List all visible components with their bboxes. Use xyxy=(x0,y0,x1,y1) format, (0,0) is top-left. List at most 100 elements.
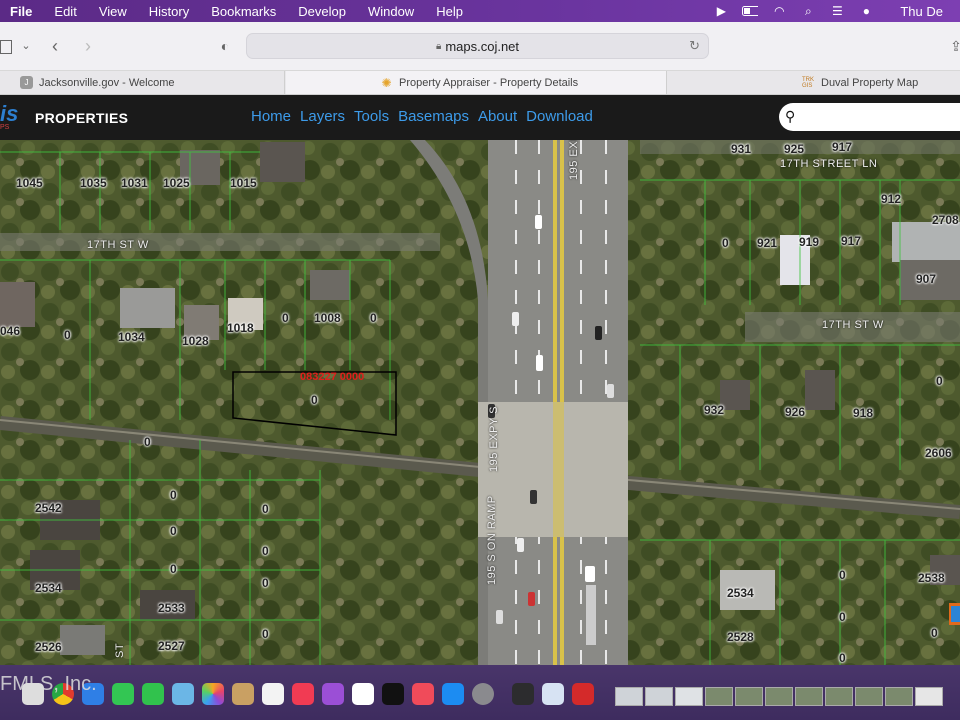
nav-layers[interactable]: Layers xyxy=(300,108,345,125)
parcel-label[interactable]: 2533 xyxy=(158,601,185,615)
parcel-label[interactable]: 0 xyxy=(936,374,943,388)
parcel-label[interactable]: 1015 xyxy=(230,176,257,190)
parcel-label[interactable]: 1028 xyxy=(182,334,209,348)
parcel-label[interactable]: 2542 xyxy=(35,501,62,515)
menu-help[interactable]: Help xyxy=(427,4,472,19)
menu-bookmarks[interactable]: Bookmarks xyxy=(202,4,285,19)
parcel-label[interactable]: 925 xyxy=(784,142,804,156)
parcel-label[interactable]: 912 xyxy=(881,192,901,206)
control-center-icon[interactable]: ☰ xyxy=(829,3,845,19)
share-icon[interactable]: ⇪ xyxy=(946,36,960,56)
window-thumbnail[interactable] xyxy=(645,687,673,706)
parcel-label[interactable]: 0 xyxy=(839,610,846,624)
parcel-label[interactable]: 1045 xyxy=(16,176,43,190)
parcel-label[interactable]: 907 xyxy=(916,272,936,286)
chevron-down-icon[interactable]: ⌄ xyxy=(16,36,36,56)
parcel-label[interactable]: 0 xyxy=(170,562,177,576)
parcel-label[interactable]: 0 xyxy=(370,311,377,325)
facetime-icon[interactable] xyxy=(112,683,134,705)
app-store-icon[interactable] xyxy=(442,683,464,705)
parcel-label[interactable]: 918 xyxy=(853,406,873,420)
search-icon[interactable]: ⌕ xyxy=(800,3,816,19)
parcel-label[interactable]: 919 xyxy=(799,235,819,249)
nav-download[interactable]: Download xyxy=(526,108,593,125)
messages-icon[interactable] xyxy=(142,683,164,705)
parcel-label[interactable]: 0 xyxy=(839,651,846,665)
parcel-label[interactable]: 2534 xyxy=(727,586,754,600)
window-thumbnail[interactable] xyxy=(705,687,733,706)
window-thumbnail[interactable] xyxy=(615,687,643,706)
parcel-label[interactable]: 932 xyxy=(704,403,724,417)
preview-icon[interactable] xyxy=(512,683,534,705)
parcel-label[interactable]: 931 xyxy=(731,142,751,156)
photos-icon[interactable] xyxy=(202,683,224,705)
parcel-label[interactable]: 0 xyxy=(839,568,846,582)
nav-tools[interactable]: Tools xyxy=(354,108,389,125)
maps-icon[interactable] xyxy=(172,683,194,705)
menu-file[interactable]: File xyxy=(4,4,41,19)
siri-icon[interactable]: ● xyxy=(858,3,874,19)
tab-duval-property-map[interactable]: TRK GIS Duval Property Map xyxy=(668,71,960,94)
window-thumbnail[interactable] xyxy=(735,687,763,706)
parcel-label[interactable]: 2526 xyxy=(35,640,62,654)
play-icon[interactable]: ▶ xyxy=(713,3,729,19)
shield-icon[interactable]: ◐ xyxy=(215,36,235,56)
address-bar[interactable]: 🔒︎ maps.coj.net ↻ xyxy=(246,33,709,59)
sidebar-icon[interactable] xyxy=(0,40,12,54)
parcel-label[interactable]: 046 xyxy=(0,324,20,338)
window-thumbnail[interactable] xyxy=(915,687,943,706)
parcel-label[interactable]: 1034 xyxy=(118,330,145,344)
nav-about[interactable]: About xyxy=(478,108,517,125)
parcel-label[interactable]: 1025 xyxy=(163,176,190,190)
clock[interactable]: Thu De xyxy=(891,4,952,19)
parcel-label[interactable]: 917 xyxy=(832,140,852,154)
window-thumbnail[interactable] xyxy=(795,687,823,706)
music-icon[interactable] xyxy=(292,683,314,705)
podcasts-icon[interactable] xyxy=(322,683,344,705)
window-thumbnail[interactable] xyxy=(675,687,703,706)
parcel-label[interactable]: 0 xyxy=(311,393,318,407)
menu-edit[interactable]: Edit xyxy=(45,4,85,19)
parcel-label[interactable]: 0 xyxy=(262,502,269,516)
reload-icon[interactable]: ↻ xyxy=(689,38,700,54)
battery-icon[interactable] xyxy=(742,3,759,19)
screenshot-icon[interactable] xyxy=(542,683,564,705)
window-thumbnail[interactable] xyxy=(765,687,793,706)
nav-basemaps[interactable]: Basemaps xyxy=(398,108,469,125)
parcel-label[interactable]: 0 xyxy=(170,524,177,538)
wifi-icon[interactable]: ◠ xyxy=(771,3,787,19)
settings-icon[interactable] xyxy=(472,683,494,705)
menu-develop[interactable]: Develop xyxy=(289,4,355,19)
parcel-label[interactable]: 0 xyxy=(931,626,938,640)
parcel-label[interactable]: 0 xyxy=(282,311,289,325)
parcel-label[interactable]: 2606 xyxy=(925,446,952,460)
parcel-label[interactable]: 0 xyxy=(144,435,151,449)
parcel-label[interactable]: 1031 xyxy=(121,176,148,190)
parcel-label[interactable]: 1018 xyxy=(227,321,254,335)
parcel-label[interactable]: 0 xyxy=(64,328,71,342)
parcel-label[interactable]: 2708 xyxy=(932,213,959,227)
window-thumbnail[interactable] xyxy=(855,687,883,706)
calendar-icon[interactable] xyxy=(352,683,374,705)
menu-history[interactable]: History xyxy=(140,4,198,19)
nav-home[interactable]: Home xyxy=(251,108,291,125)
reminders-icon[interactable] xyxy=(262,683,284,705)
parcel-label[interactable]: 2538 xyxy=(918,571,945,585)
parcel-label[interactable]: 1008 xyxy=(314,311,341,325)
parcel-label[interactable]: 2528 xyxy=(727,630,754,644)
forward-icon[interactable]: › xyxy=(78,36,98,56)
parcel-label[interactable]: 1035 xyxy=(80,176,107,190)
news-icon[interactable] xyxy=(412,683,434,705)
map-view[interactable]: 1045 1035 1031 1025 1015 046 0 1034 1028… xyxy=(0,140,960,665)
parcel-label[interactable]: 2534 xyxy=(35,581,62,595)
parcel-label[interactable]: 0 xyxy=(262,576,269,590)
menu-window[interactable]: Window xyxy=(359,4,423,19)
tv-icon[interactable] xyxy=(382,683,404,705)
contacts-icon[interactable] xyxy=(232,683,254,705)
parcel-label[interactable]: 917 xyxy=(841,234,861,248)
parcel-label[interactable]: 0 xyxy=(722,236,729,250)
selected-parcel-id[interactable]: 083227 0000 xyxy=(300,371,364,383)
window-thumbnail[interactable] xyxy=(885,687,913,706)
tab-property-appraiser[interactable]: ✺ Property Appraiser - Property Details xyxy=(286,71,667,94)
parcel-label[interactable]: 921 xyxy=(757,236,777,250)
